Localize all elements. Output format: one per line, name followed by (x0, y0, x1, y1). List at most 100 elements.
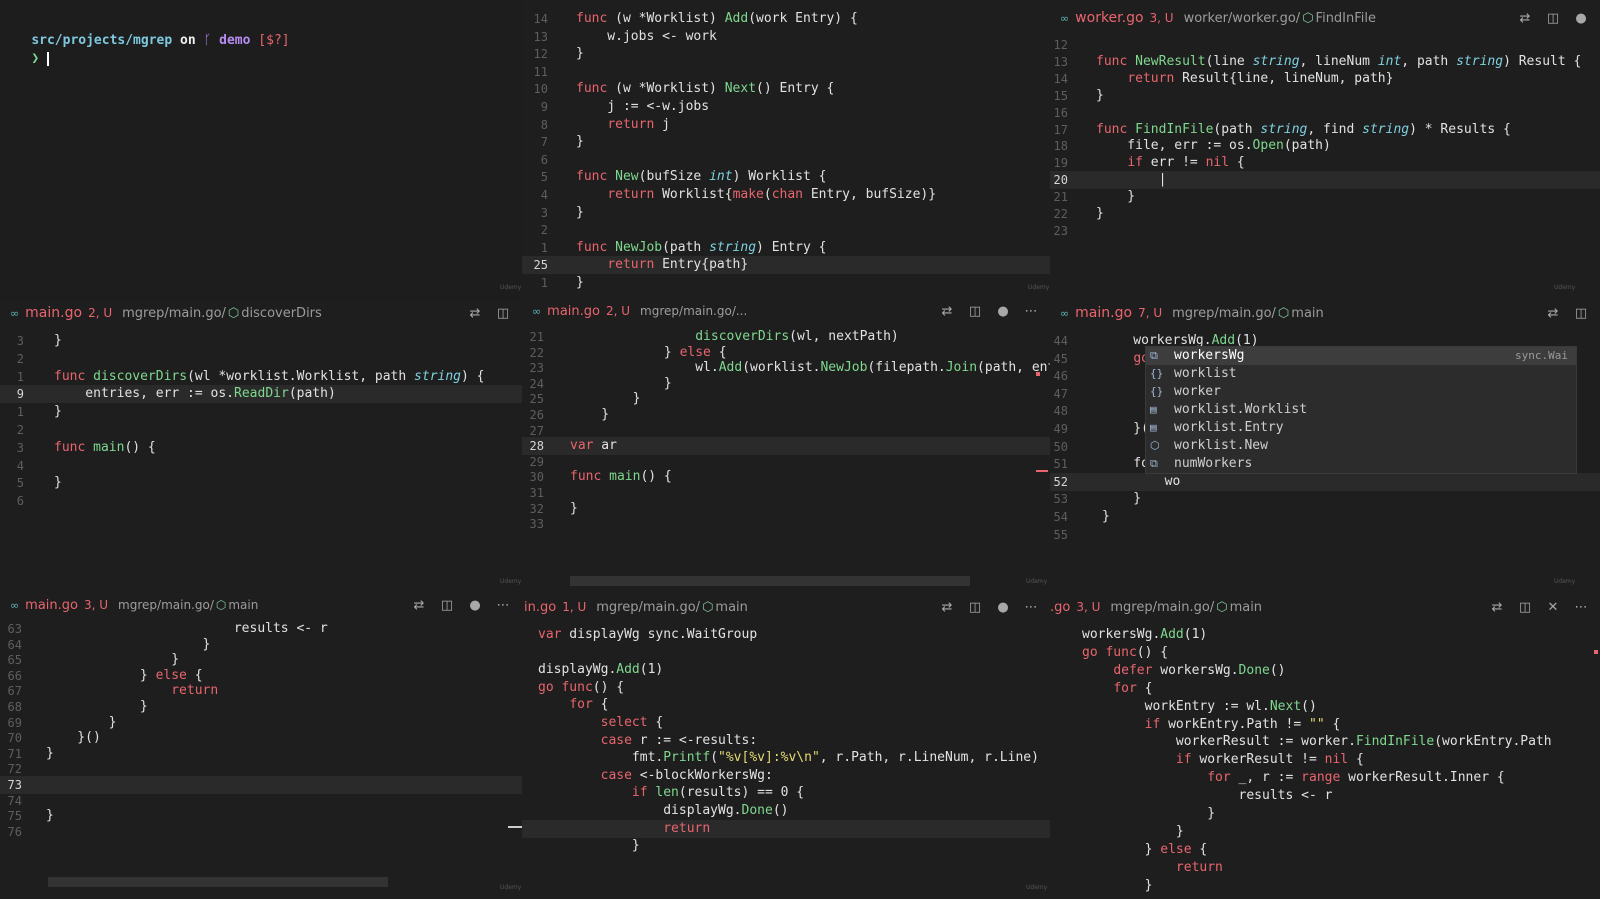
code-line[interactable] (522, 644, 1050, 662)
split-editor-icon[interactable]: ◫ (440, 598, 454, 613)
unsaved-dot-icon[interactable]: ● (996, 600, 1010, 615)
code-line[interactable]: 1 func NewJob(path string) Entry { (522, 239, 1050, 257)
code-line[interactable]: } (1050, 805, 1600, 823)
more-actions-icon[interactable]: ⋯ (496, 598, 510, 613)
horizontal-scrollbar[interactable] (570, 576, 970, 586)
breadcrumb-symbol[interactable]: FindInFile (1316, 11, 1376, 26)
code-line[interactable]: workEntry := wl.Next() (1050, 698, 1600, 716)
breadcrumb-symbol[interactable]: main (1230, 600, 1262, 615)
breadcrumb[interactable]: mgrep/main.go/ (596, 600, 700, 615)
split-editor-icon[interactable]: ◫ (968, 304, 982, 319)
breadcrumb-symbol[interactable]: main (715, 600, 747, 615)
source-control-icon[interactable]: ⇄ (1546, 306, 1560, 321)
code-line[interactable]: 6 (522, 151, 1050, 169)
editor-pane-main-center[interactable]: ∞ main.go 2, U mgrep/main.go/... ⇄ ◫ ● ⋯… (522, 300, 1050, 592)
code-line[interactable]: workerResult := worker.FindInFile(workEn… (1050, 733, 1600, 751)
code-line[interactable]: 15} (1050, 87, 1600, 105)
code-line[interactable]: 12 (1050, 36, 1600, 54)
code-line[interactable]: 2 (0, 421, 522, 439)
code-line[interactable]: 7} (522, 133, 1050, 151)
code-line[interactable]: case <-blockWorkersWg: (522, 767, 1050, 785)
code-line[interactable]: 21 } (1050, 188, 1600, 206)
code-line[interactable]: } (1050, 877, 1600, 895)
autocomplete-item[interactable]: {} worklist (1146, 365, 1576, 383)
code-line[interactable]: if len(results) == 0 { (522, 784, 1050, 802)
code-line[interactable]: } (1050, 823, 1600, 841)
breadcrumb-symbol[interactable]: discoverDirs (241, 306, 322, 321)
code-line[interactable]: 53 } (1050, 490, 1600, 508)
code-line[interactable]: go func() { (522, 679, 1050, 697)
tab-filename[interactable]: in.go (524, 600, 556, 615)
editor-pane-worker[interactable]: ∞ worker.go 3, U worker/worker.go/ ⬡ Fin… (1050, 0, 1600, 298)
breadcrumb[interactable]: mgrep/main.go/ (122, 306, 226, 321)
autocomplete-item[interactable]: ⬡ worklist.New (1146, 437, 1576, 455)
code-line[interactable]: 1} (0, 403, 522, 421)
code-line[interactable]: 6 (0, 492, 522, 510)
split-editor-icon[interactable]: ◫ (1518, 600, 1532, 615)
code-line[interactable]: 5 func New(bufSize int) Worklist { (522, 168, 1050, 186)
editor-pane-bottom-center[interactable]: in.go 1, U mgrep/main.go/ ⬡ main ⇄ ◫ ● ⋯… (522, 594, 1050, 899)
editor-pane-bottom-left[interactable]: ∞ main.go 3, U mgrep/main.go/ ⬡ main ⇄ ◫… (0, 594, 522, 899)
code-line[interactable]: 13 func NewResult(line string, lineNum in… (1050, 53, 1600, 71)
code-line[interactable]: 3} (0, 332, 522, 350)
autocomplete-item[interactable]: ▤ worklist.Worklist (1146, 401, 1576, 419)
code-line[interactable]: 8 return j (522, 116, 1050, 134)
code-line[interactable]: select { (522, 714, 1050, 732)
code-line[interactable]: 1} (522, 274, 1050, 292)
code-line[interactable]: 2 (522, 221, 1050, 239)
code-line[interactable]: 11 (522, 63, 1050, 81)
code-line[interactable]: if workerResult != nil { (1050, 751, 1600, 769)
code-line[interactable]: 10 func (w *Worklist) Next() Entry { (522, 80, 1050, 98)
code-line[interactable]: 52 wo (1050, 472, 1600, 491)
code-line[interactable]: 3} (522, 204, 1050, 222)
code-line[interactable]: for _, r := range workerResult.Inner { (1050, 769, 1600, 787)
autocomplete-popup[interactable]: ⧉ workersWg sync.Wai {} worklist {} worker ▤ wor… (1145, 346, 1577, 474)
code-line[interactable]: 12} (522, 45, 1050, 63)
code-line[interactable]: for { (522, 696, 1050, 714)
code-line[interactable]: 18 file, err := os.Open(path) (1050, 137, 1600, 155)
tab-filename[interactable]: main.go (25, 598, 78, 613)
code-line[interactable]: 76 (0, 823, 522, 841)
code-line[interactable]: 9 entries, err := os.ReadDir(path) (0, 385, 522, 404)
breadcrumb[interactable]: worker/worker.go/ (1184, 11, 1301, 26)
code-line[interactable]: go func() { (1050, 644, 1600, 662)
source-control-icon[interactable]: ⇄ (940, 304, 954, 319)
breadcrumb-symbol[interactable]: main (228, 598, 258, 612)
code-line[interactable]: 2 (0, 350, 522, 368)
code-line[interactable]: 20 | (1050, 171, 1600, 190)
split-editor-icon[interactable]: ◫ (1574, 306, 1588, 321)
editor-pane-bottom-right[interactable]: .go 3, U mgrep/main.go/ ⬡ main ⇄ ◫ ✕ ⋯ w… (1050, 594, 1600, 899)
code-line[interactable]: 55 (1050, 526, 1600, 544)
code-line[interactable]: return (1050, 859, 1600, 877)
more-actions-icon[interactable]: ⋯ (1574, 600, 1588, 615)
tab-filename[interactable]: main.go (547, 304, 600, 319)
code-line[interactable]: } (522, 837, 1050, 855)
autocomplete-item[interactable]: ⧉ numWorkers (1146, 455, 1576, 473)
code-line[interactable]: 25 return Entry{path} (522, 256, 1050, 275)
code-line[interactable]: 5} (0, 474, 522, 492)
code-line[interactable]: 4 return Worklist{make(chan Entry, bufSi… (522, 186, 1050, 204)
terminal-input-line[interactable]: ❯ (0, 36, 49, 81)
terminal-pane[interactable]: src/projects/mgrep on ᚴ demo [$?] ❯ Udem… (0, 0, 522, 300)
code-line[interactable]: 33 (522, 515, 1050, 533)
code-line[interactable]: defer workersWg.Done() (1050, 662, 1600, 680)
tab-filename[interactable]: main.go (25, 305, 82, 321)
breadcrumb[interactable]: mgrep/main.go/ (118, 598, 214, 612)
tab-filename[interactable]: .go (1050, 600, 1070, 615)
code-line[interactable]: 1 func discoverDirs(wl *worklist.Worklist… (0, 368, 522, 386)
code-line[interactable]: displayWg.Done() (522, 802, 1050, 820)
code-line[interactable]: if workEntry.Path != "" { (1050, 716, 1600, 734)
code-line[interactable]: displayWg.Add(1) (522, 661, 1050, 679)
breadcrumb[interactable]: mgrep/main.go/ (1110, 600, 1214, 615)
code-line[interactable]: 13 w.jobs <- work (522, 28, 1050, 46)
tab-filename[interactable]: main.go (1075, 305, 1132, 321)
editor-pane-worklist[interactable]: 14 func (w *Worklist) Add(work Entry) {13… (522, 0, 1050, 298)
close-icon[interactable]: ✕ (1546, 600, 1560, 615)
tab-filename[interactable]: worker.go (1075, 10, 1143, 26)
code-line[interactable]: for { (1050, 680, 1600, 698)
code-line[interactable]: return (522, 819, 1050, 838)
code-line[interactable]: 23 (1050, 222, 1600, 240)
source-control-icon[interactable]: ⇄ (412, 598, 426, 613)
horizontal-scrollbar[interactable] (48, 877, 388, 887)
code-line[interactable]: 17 func FindInFile(path string, find stri… (1050, 121, 1600, 139)
